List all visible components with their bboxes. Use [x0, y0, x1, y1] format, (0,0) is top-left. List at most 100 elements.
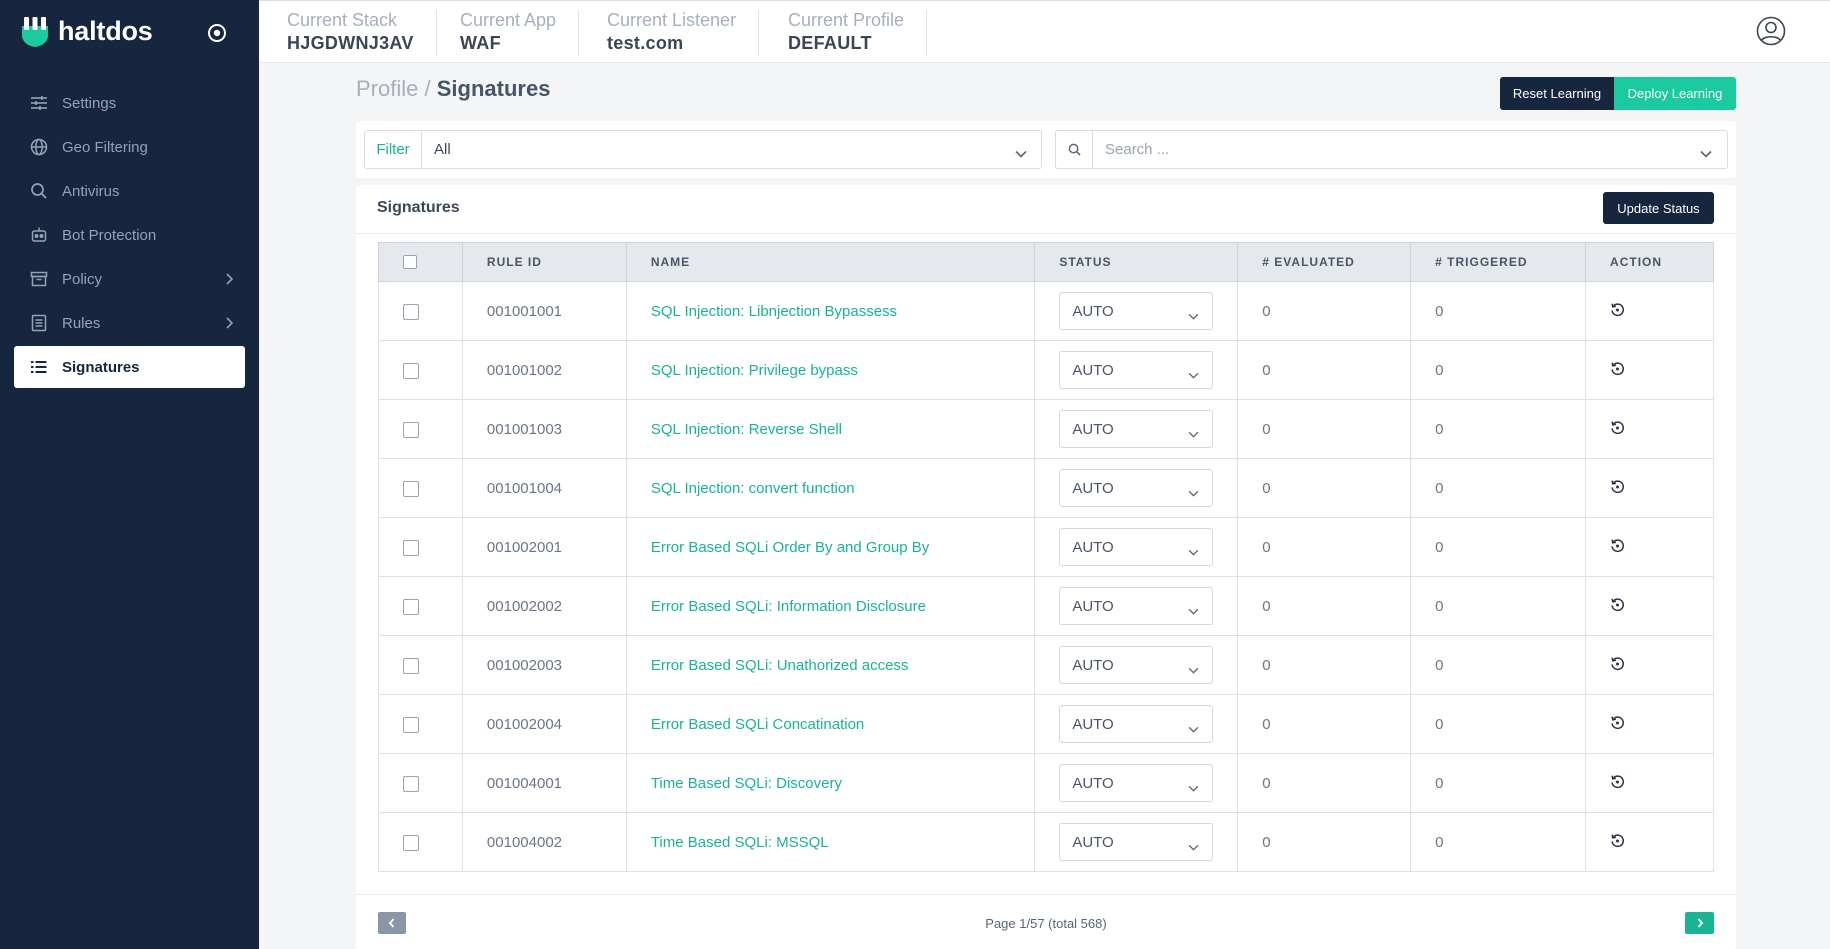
signatures-table: RULE ID NAME STATUS # EVALUATED # TRIGGE…	[378, 242, 1714, 872]
user-avatar-icon[interactable]	[1756, 16, 1786, 51]
current-app[interactable]: Current App WAF	[460, 10, 580, 56]
row-checkbox[interactable]	[403, 657, 419, 674]
table-row: 001004002 Time Based SQLi: MSSQL AUTO 0 0	[378, 812, 1714, 872]
rule-id-cell: 001001001	[461, 281, 627, 341]
reset-icon[interactable]	[1610, 538, 1625, 557]
next-page-button[interactable]	[1685, 912, 1714, 934]
row-checkbox[interactable]	[403, 775, 419, 792]
row-checkbox[interactable]	[403, 834, 419, 851]
status-value: AUTO	[1072, 715, 1114, 733]
reset-icon[interactable]	[1610, 833, 1625, 852]
column-header-rule-id[interactable]: RULE ID	[461, 242, 627, 282]
divider	[356, 894, 1736, 895]
row-checkbox[interactable]	[403, 303, 419, 320]
status-select[interactable]: AUTO	[1059, 528, 1214, 566]
reset-icon[interactable]	[1610, 597, 1625, 616]
status-cell: AUTO	[1034, 517, 1239, 577]
column-header-triggered[interactable]: # TRIGGERED	[1410, 242, 1587, 282]
row-checkbox[interactable]	[403, 421, 419, 438]
sidebar-item-rules[interactable]: Rules	[14, 302, 245, 344]
deploy-learning-button[interactable]: Deploy Learning	[1614, 77, 1736, 110]
current-profile-label: Current Profile	[788, 10, 905, 30]
row-checkbox[interactable]	[403, 480, 419, 497]
rule-id-cell: 001002002	[461, 576, 627, 636]
sidebar-item-geo-filtering[interactable]: Geo Filtering	[14, 126, 245, 168]
table-row: 001002004 Error Based SQLi Concatination A…	[378, 694, 1714, 754]
status-value: AUTO	[1072, 420, 1114, 438]
current-stack[interactable]: Current Stack HJGDWNJ3AV	[287, 10, 437, 56]
status-select[interactable]: AUTO	[1059, 764, 1214, 802]
triggered-cell: 0	[1410, 753, 1587, 813]
status-select[interactable]: AUTO	[1059, 410, 1214, 448]
status-select[interactable]: AUTO	[1059, 292, 1214, 330]
signatures-card: Signatures Update Status RULE ID NAME ST…	[356, 185, 1736, 949]
table-header-row: RULE ID NAME STATUS # EVALUATED # TRIGGE…	[378, 242, 1714, 282]
row-checkbox[interactable]	[403, 598, 419, 615]
sidebar-item-signatures[interactable]: Signatures	[14, 346, 245, 388]
breadcrumb-parent[interactable]: Profile	[356, 76, 418, 101]
signature-name-link[interactable]: Error Based SQLi: Information Disclosure	[625, 576, 1036, 636]
sidebar-item-antivirus[interactable]: Antivirus	[14, 170, 245, 212]
status-value: AUTO	[1072, 774, 1114, 792]
reset-icon[interactable]	[1610, 479, 1625, 498]
status-select[interactable]: AUTO	[1059, 587, 1214, 625]
row-select-cell	[378, 399, 463, 459]
filter-label: Filter	[364, 130, 422, 169]
target-icon[interactable]	[207, 23, 227, 48]
evaluated-cell: 0	[1237, 576, 1412, 636]
filter-select[interactable]: All	[422, 130, 1042, 169]
current-listener[interactable]: Current Listener test.com	[607, 10, 760, 56]
reset-learning-button[interactable]: Reset Learning	[1500, 77, 1614, 110]
chevron-down-icon	[1188, 484, 1199, 501]
triggered-cell: 0	[1410, 399, 1587, 459]
reset-icon[interactable]	[1610, 774, 1625, 793]
status-select[interactable]: AUTO	[1059, 469, 1214, 507]
column-header-name[interactable]: NAME	[625, 242, 1036, 282]
row-checkbox[interactable]	[403, 539, 419, 556]
evaluated-cell: 0	[1237, 399, 1412, 459]
reset-icon[interactable]	[1610, 420, 1625, 439]
evaluated-cell: 0	[1237, 281, 1412, 341]
select-all-checkbox[interactable]	[403, 255, 417, 270]
row-checkbox[interactable]	[403, 716, 419, 733]
sidebar-item-settings[interactable]: Settings	[14, 82, 245, 124]
status-select[interactable]: AUTO	[1059, 705, 1214, 743]
status-select[interactable]: AUTO	[1059, 823, 1214, 861]
signature-name-link[interactable]: SQL Injection: Reverse Shell	[625, 399, 1036, 459]
action-cell	[1585, 399, 1714, 459]
current-listener-label: Current Listener	[607, 10, 737, 30]
list-icon	[29, 357, 49, 377]
row-checkbox[interactable]	[403, 362, 419, 379]
update-status-button[interactable]: Update Status	[1603, 192, 1714, 224]
sidebar: haltdos Settings Geo Filtering Antivirus	[0, 0, 259, 949]
filter-bar: Filter All	[356, 121, 1736, 178]
sidebar-item-policy[interactable]: Policy	[14, 258, 245, 300]
signature-name-link[interactable]: Time Based SQLi: Discovery	[625, 753, 1036, 813]
triggered-cell: 0	[1410, 694, 1587, 754]
reset-icon[interactable]	[1610, 715, 1625, 734]
signature-name-link[interactable]: SQL Injection: Privilege bypass	[625, 340, 1036, 400]
signature-name-link[interactable]: Time Based SQLi: MSSQL	[625, 812, 1036, 872]
signature-name-link[interactable]: Error Based SQLi: Unathorized access	[625, 635, 1036, 695]
column-header-status[interactable]: STATUS	[1034, 242, 1239, 282]
signature-name-link[interactable]: Error Based SQLi Order By and Group By	[625, 517, 1036, 577]
status-select[interactable]: AUTO	[1059, 351, 1214, 389]
search-input[interactable]	[1093, 130, 1728, 169]
sliders-icon	[29, 93, 49, 113]
triggered-cell: 0	[1410, 281, 1587, 341]
signature-name-link[interactable]: SQL Injection: Libnjection Bypassess	[625, 281, 1036, 341]
reset-icon[interactable]	[1610, 656, 1625, 675]
signature-name-link[interactable]: Error Based SQLi Concatination	[625, 694, 1036, 754]
brand-logo[interactable]: haltdos	[22, 16, 153, 47]
column-header-evaluated[interactable]: # EVALUATED	[1237, 242, 1412, 282]
signature-name-link[interactable]: SQL Injection: convert function	[625, 458, 1036, 518]
status-select[interactable]: AUTO	[1059, 646, 1214, 684]
current-profile[interactable]: Current Profile DEFAULT	[788, 10, 928, 56]
sidebar-item-bot-protection[interactable]: Bot Protection	[14, 214, 245, 256]
chevron-down-icon	[1015, 145, 1027, 162]
table-row: 001001002 SQL Injection: Privilege bypass…	[378, 340, 1714, 400]
chevron-down-icon[interactable]	[1700, 145, 1712, 163]
reset-icon[interactable]	[1610, 302, 1625, 321]
reset-icon[interactable]	[1610, 361, 1625, 380]
status-cell: AUTO	[1034, 694, 1239, 754]
